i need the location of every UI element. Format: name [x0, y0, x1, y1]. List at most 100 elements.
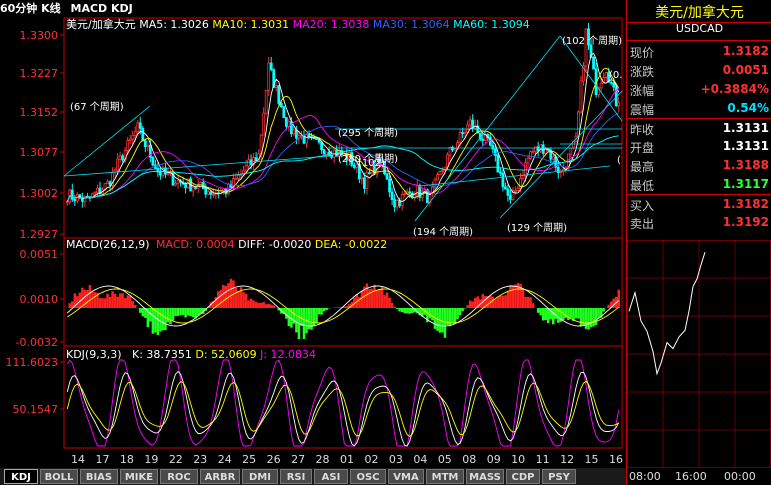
- price-tick: 1.3300: [20, 29, 59, 42]
- candle: [609, 81, 613, 84]
- tab-rsi[interactable]: RSI: [280, 469, 312, 484]
- date-label: 14: [71, 453, 85, 466]
- quote-row-high: 最高 1.3188: [627, 156, 771, 175]
- date-label: 25: [242, 453, 256, 466]
- kdj-j-line: [66, 359, 620, 447]
- tab-cdp[interactable]: CDP: [506, 469, 540, 484]
- price-tick: 1.3227: [20, 67, 59, 80]
- candle: [612, 82, 616, 88]
- timeframe-label: 60分钟 K线: [0, 2, 61, 15]
- candle: [569, 147, 573, 155]
- tab-roc[interactable]: ROC: [160, 469, 198, 484]
- quote-value: 1.3192: [722, 215, 769, 229]
- period-annotation: (129 个周期): [507, 222, 567, 234]
- candle: [395, 200, 399, 208]
- quote-value: 1.3131: [722, 139, 769, 153]
- candle: [70, 189, 74, 200]
- time-label-1600: 16:00: [675, 470, 707, 483]
- candle: [83, 195, 87, 202]
- ma-legend-label: MA30:: [373, 18, 411, 31]
- indicator-tabs: KDJ BOLL BIAS MIKE ROC ARBR DMI RSI ASI OSC VMA MTM…: [0, 468, 626, 485]
- candle: [116, 158, 120, 171]
- candle: [438, 171, 442, 176]
- candle: [325, 151, 329, 155]
- candle: [166, 172, 170, 175]
- tab-osc[interactable]: OSC: [350, 469, 386, 484]
- candle: [529, 151, 533, 159]
- candle: [599, 82, 603, 89]
- trend-line: [414, 35, 561, 222]
- tab-mike[interactable]: MIKE: [120, 469, 158, 484]
- date-label: 02: [364, 453, 378, 466]
- candle: [584, 28, 588, 67]
- trend-line: [419, 165, 611, 187]
- time-label-0800: 08:00: [629, 470, 661, 483]
- candle: [133, 131, 137, 136]
- tab-vma[interactable]: VMA: [388, 469, 424, 484]
- candle: [322, 149, 326, 155]
- tab-dmi[interactable]: DMI: [242, 469, 278, 484]
- candles: [65, 23, 621, 213]
- quote-label: 震幅: [630, 103, 655, 117]
- tab-mtm[interactable]: MTM: [426, 469, 464, 484]
- date-label: 01: [340, 453, 354, 466]
- quote-value: 1.3131: [722, 121, 769, 135]
- period-annotation: (67 个周期): [70, 101, 124, 113]
- candle: [295, 129, 298, 139]
- period-annotation: (194 个周期): [413, 226, 473, 238]
- candle: [65, 201, 69, 204]
- candle: [491, 144, 495, 150]
- date-label: 15: [585, 453, 599, 466]
- candle: [536, 146, 540, 152]
- ma-legend-label: MA5:: [139, 18, 170, 31]
- candle: [390, 191, 394, 201]
- chart-area[interactable]: 1.3300 1.3227 1.3152 1.3077 1.3002 1.2927 美元/加…: [0, 16, 626, 468]
- candle: [453, 148, 457, 151]
- macd-panel-frame: [63, 237, 623, 347]
- candle: [441, 170, 444, 172]
- macd-values: MACD: 0.0004 DIFF: -0.0020 DEA: -0.0022: [156, 238, 387, 251]
- candle: [423, 189, 427, 192]
- candle: [128, 138, 132, 141]
- tab-mass[interactable]: MASS: [466, 469, 504, 484]
- macd-tick: 0.0010: [20, 293, 59, 306]
- quote-value: 0.0051: [722, 63, 769, 77]
- macd-tick: 0.0051: [20, 248, 59, 261]
- date-label: 19: [144, 453, 158, 466]
- tab-asi[interactable]: ASI: [314, 469, 348, 484]
- date-label: 26: [267, 453, 281, 466]
- candle: [221, 188, 225, 192]
- kdj-tick: 50.1547: [13, 403, 59, 416]
- tab-arbr[interactable]: ARBR: [200, 469, 240, 484]
- candle: [463, 131, 467, 134]
- quote-label: 开盘: [630, 141, 655, 155]
- candle: [501, 172, 505, 188]
- candle: [458, 132, 462, 144]
- kdj-values: K: 38.7351 D: 52.0609 J: 12.0834: [132, 348, 316, 361]
- quote-row-current-price: 现价 1.3182: [627, 42, 771, 61]
- candle: [385, 173, 389, 180]
- ma-legend-label: MA60:: [453, 18, 491, 31]
- candle: [141, 127, 145, 142]
- quote-label: 卖出: [630, 217, 655, 231]
- candle: [237, 175, 240, 179]
- candle: [360, 177, 364, 180]
- tab-boll[interactable]: BOLL: [40, 469, 78, 484]
- tab-bias[interactable]: BIAS: [80, 469, 118, 484]
- quote-label: 涨幅: [630, 84, 655, 98]
- date-label: 27: [291, 453, 305, 466]
- tab-psy[interactable]: PSY: [542, 469, 576, 484]
- trend-line: [63, 155, 331, 177]
- macd-tick: -0.0032: [16, 336, 58, 349]
- quote-label: 买入: [630, 199, 655, 213]
- candle: [131, 134, 135, 140]
- kdj-tick: 111.6023: [6, 356, 59, 369]
- tab-kdj[interactable]: KDJ: [4, 469, 38, 484]
- candle: [73, 198, 77, 202]
- candle: [403, 193, 407, 196]
- date-label: 11: [536, 453, 550, 466]
- date-label: 24: [218, 453, 232, 466]
- quote-row-low: 最低 1.3117: [627, 175, 771, 194]
- ma-legend: 美元/加拿大元 MA5: 1.3026 MA10: 1.3031 MA20: 1…: [66, 17, 530, 31]
- candlestick-chart[interactable]: 1.3300 1.3227 1.3152 1.3077 1.3002 1.2927 美元/加…: [0, 16, 626, 468]
